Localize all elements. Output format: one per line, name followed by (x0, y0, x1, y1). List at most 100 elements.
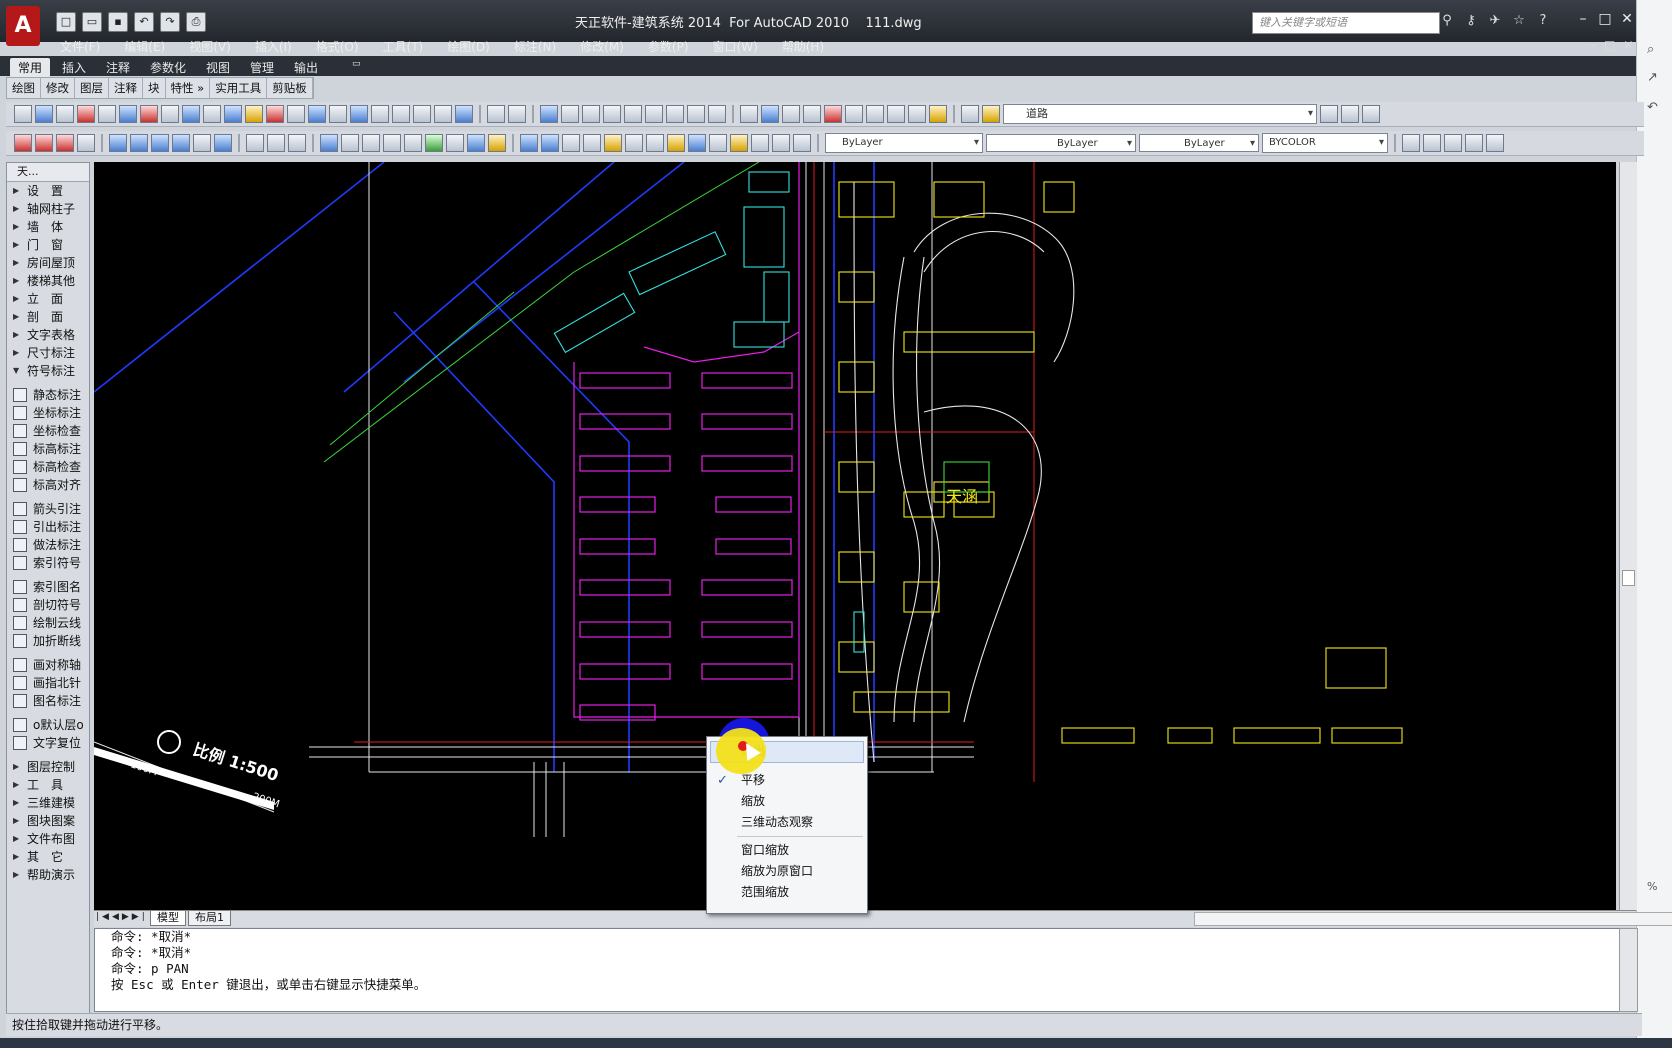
tool-icon[interactable] (1465, 134, 1483, 152)
undo-icon[interactable]: ↶ (134, 12, 154, 32)
panel-annotation[interactable]: 注释 (109, 78, 143, 98)
sidebar-item[interactable]: 标高检查 (7, 458, 89, 476)
tool-icon[interactable] (709, 134, 727, 152)
linetype-combo[interactable]: ByLayer (986, 134, 1136, 153)
panel-modify[interactable]: 修改 (41, 78, 75, 98)
tab-annotate[interactable]: 注释 (98, 58, 138, 77)
sidebar-item[interactable]: o默认层o (7, 716, 89, 734)
tool-icon[interactable] (341, 134, 359, 152)
tool-icon[interactable] (56, 105, 74, 123)
new-icon[interactable]: □ (56, 12, 76, 32)
panel-clipboard[interactable]: 剪贴板 (267, 78, 313, 98)
tool-icon[interactable] (761, 105, 779, 123)
horizontal-scrollbar[interactable] (1194, 912, 1672, 926)
sidebar-item[interactable]: ▶ 其 它 (7, 848, 89, 866)
tool-icon[interactable] (392, 105, 410, 123)
panel-block[interactable]: 块 (143, 78, 166, 98)
sidebar-item[interactable]: ▶ 图层控制 (7, 758, 89, 776)
panel-draw[interactable]: 绘图 (7, 78, 41, 98)
star-icon[interactable]: ☆ (1510, 12, 1528, 30)
tool-icon[interactable] (203, 105, 221, 123)
sidebar-item[interactable]: ▶ 楼梯其他 (7, 272, 89, 290)
tool-icon[interactable] (1444, 134, 1462, 152)
tab-model[interactable]: 模型 (150, 911, 186, 926)
redo-icon[interactable]: ↷ (160, 12, 180, 32)
sidebar-item[interactable]: 箭头引注 (7, 500, 89, 518)
binoculars-icon[interactable]: ⚲ (1438, 12, 1456, 30)
tool-icon[interactable] (1362, 105, 1380, 123)
sidebar-item[interactable]: 索引符号 (7, 554, 89, 572)
tool-icon[interactable] (1341, 105, 1359, 123)
tool-icon[interactable] (782, 105, 800, 123)
sidebar-item[interactable]: 画对称轴 (7, 656, 89, 674)
tool-icon[interactable] (582, 105, 600, 123)
tool-icon[interactable] (1402, 134, 1420, 152)
tool-icon[interactable] (520, 134, 538, 152)
tab-parametric[interactable]: 参数化 (142, 58, 194, 77)
color-combo[interactable]: ByLayer (825, 133, 983, 153)
tool-icon[interactable] (583, 134, 601, 152)
tool-icon[interactable] (329, 105, 347, 123)
tool-icon[interactable] (434, 105, 452, 123)
satellite-icon[interactable]: ✈ (1486, 12, 1504, 30)
ctx-zoom-extents[interactable]: 范围缩放 (741, 883, 789, 901)
tool-icon[interactable] (109, 134, 127, 152)
menu-file[interactable]: 文件(F) (60, 38, 100, 55)
tool-icon[interactable] (288, 134, 306, 152)
save-icon[interactable]: ▪ (108, 12, 128, 32)
tool-icon[interactable] (371, 105, 389, 123)
sidebar-item[interactable]: ▶ 尺寸标注 (7, 344, 89, 362)
pin-icon[interactable]: ↗ (1647, 70, 1658, 85)
vertical-scrollbar[interactable] (1619, 162, 1637, 910)
tool-icon[interactable] (887, 105, 905, 123)
tool-icon[interactable] (845, 105, 863, 123)
sidebar-item[interactable]: 坐标标注 (7, 404, 89, 422)
tool-icon[interactable] (604, 134, 622, 152)
sidebar-item[interactable]: 静态标注 (7, 386, 89, 404)
key-icon[interactable]: ⚷ (1462, 12, 1480, 30)
plot-icon[interactable]: ⎙ (186, 12, 206, 32)
tool-icon[interactable] (455, 105, 473, 123)
doc-window-buttons[interactable]: –□✕ (1590, 38, 1641, 52)
tool-icon[interactable] (688, 134, 706, 152)
maximize-button[interactable]: □ (1596, 10, 1614, 28)
tool-icon[interactable] (645, 105, 663, 123)
menu-edit[interactable]: 编辑(E) (124, 38, 165, 55)
tab-view[interactable]: 视图 (198, 58, 238, 77)
tool-icon[interactable] (667, 134, 685, 152)
ctx-zoom-window[interactable]: 窗口缩放 (741, 841, 789, 859)
tool-icon[interactable] (193, 134, 211, 152)
menu-draw[interactable]: 绘图(D) (447, 38, 490, 55)
tool-icon[interactable] (35, 134, 53, 152)
tool-icon[interactable] (214, 134, 232, 152)
text-icon[interactable] (413, 105, 431, 123)
sidebar-item[interactable]: 索引图名 (7, 578, 89, 596)
tool-icon[interactable] (308, 105, 326, 123)
open-icon[interactable]: ▭ (82, 12, 102, 32)
tool-icon[interactable] (793, 134, 811, 152)
tool-icon[interactable] (267, 134, 285, 152)
tool-icon[interactable] (266, 105, 284, 123)
undo-icon[interactable]: ↶ (1647, 100, 1658, 115)
sidebar-item[interactable]: 剖切符号 (7, 596, 89, 614)
sidebar-item[interactable]: 坐标检查 (7, 422, 89, 440)
tool-icon[interactable] (161, 105, 179, 123)
tool-icon[interactable] (487, 105, 505, 123)
menu-tools[interactable]: 工具(T) (383, 38, 424, 55)
sidebar-item[interactable]: ▶ 工 具 (7, 776, 89, 794)
tool-icon[interactable] (561, 105, 579, 123)
sidebar-item[interactable]: 加折断线 (7, 632, 89, 650)
tool-icon[interactable] (383, 134, 401, 152)
tab-nav-buttons[interactable]: |◀◀▶▶| (96, 912, 148, 922)
tool-icon[interactable] (929, 105, 947, 123)
tool-icon[interactable] (287, 105, 305, 123)
tool-icon[interactable] (14, 134, 32, 152)
command-scrollbar[interactable] (1619, 928, 1638, 1012)
layer-manager-icon[interactable] (961, 105, 979, 123)
sidebar-item[interactable]: 标高标注 (7, 440, 89, 458)
tool-icon[interactable] (35, 105, 53, 123)
sidebar-item[interactable]: ▶ 剖 面 (7, 308, 89, 326)
tool-icon[interactable] (803, 105, 821, 123)
tool-icon[interactable] (14, 105, 32, 123)
menu-format[interactable]: 格式(O) (316, 38, 359, 55)
